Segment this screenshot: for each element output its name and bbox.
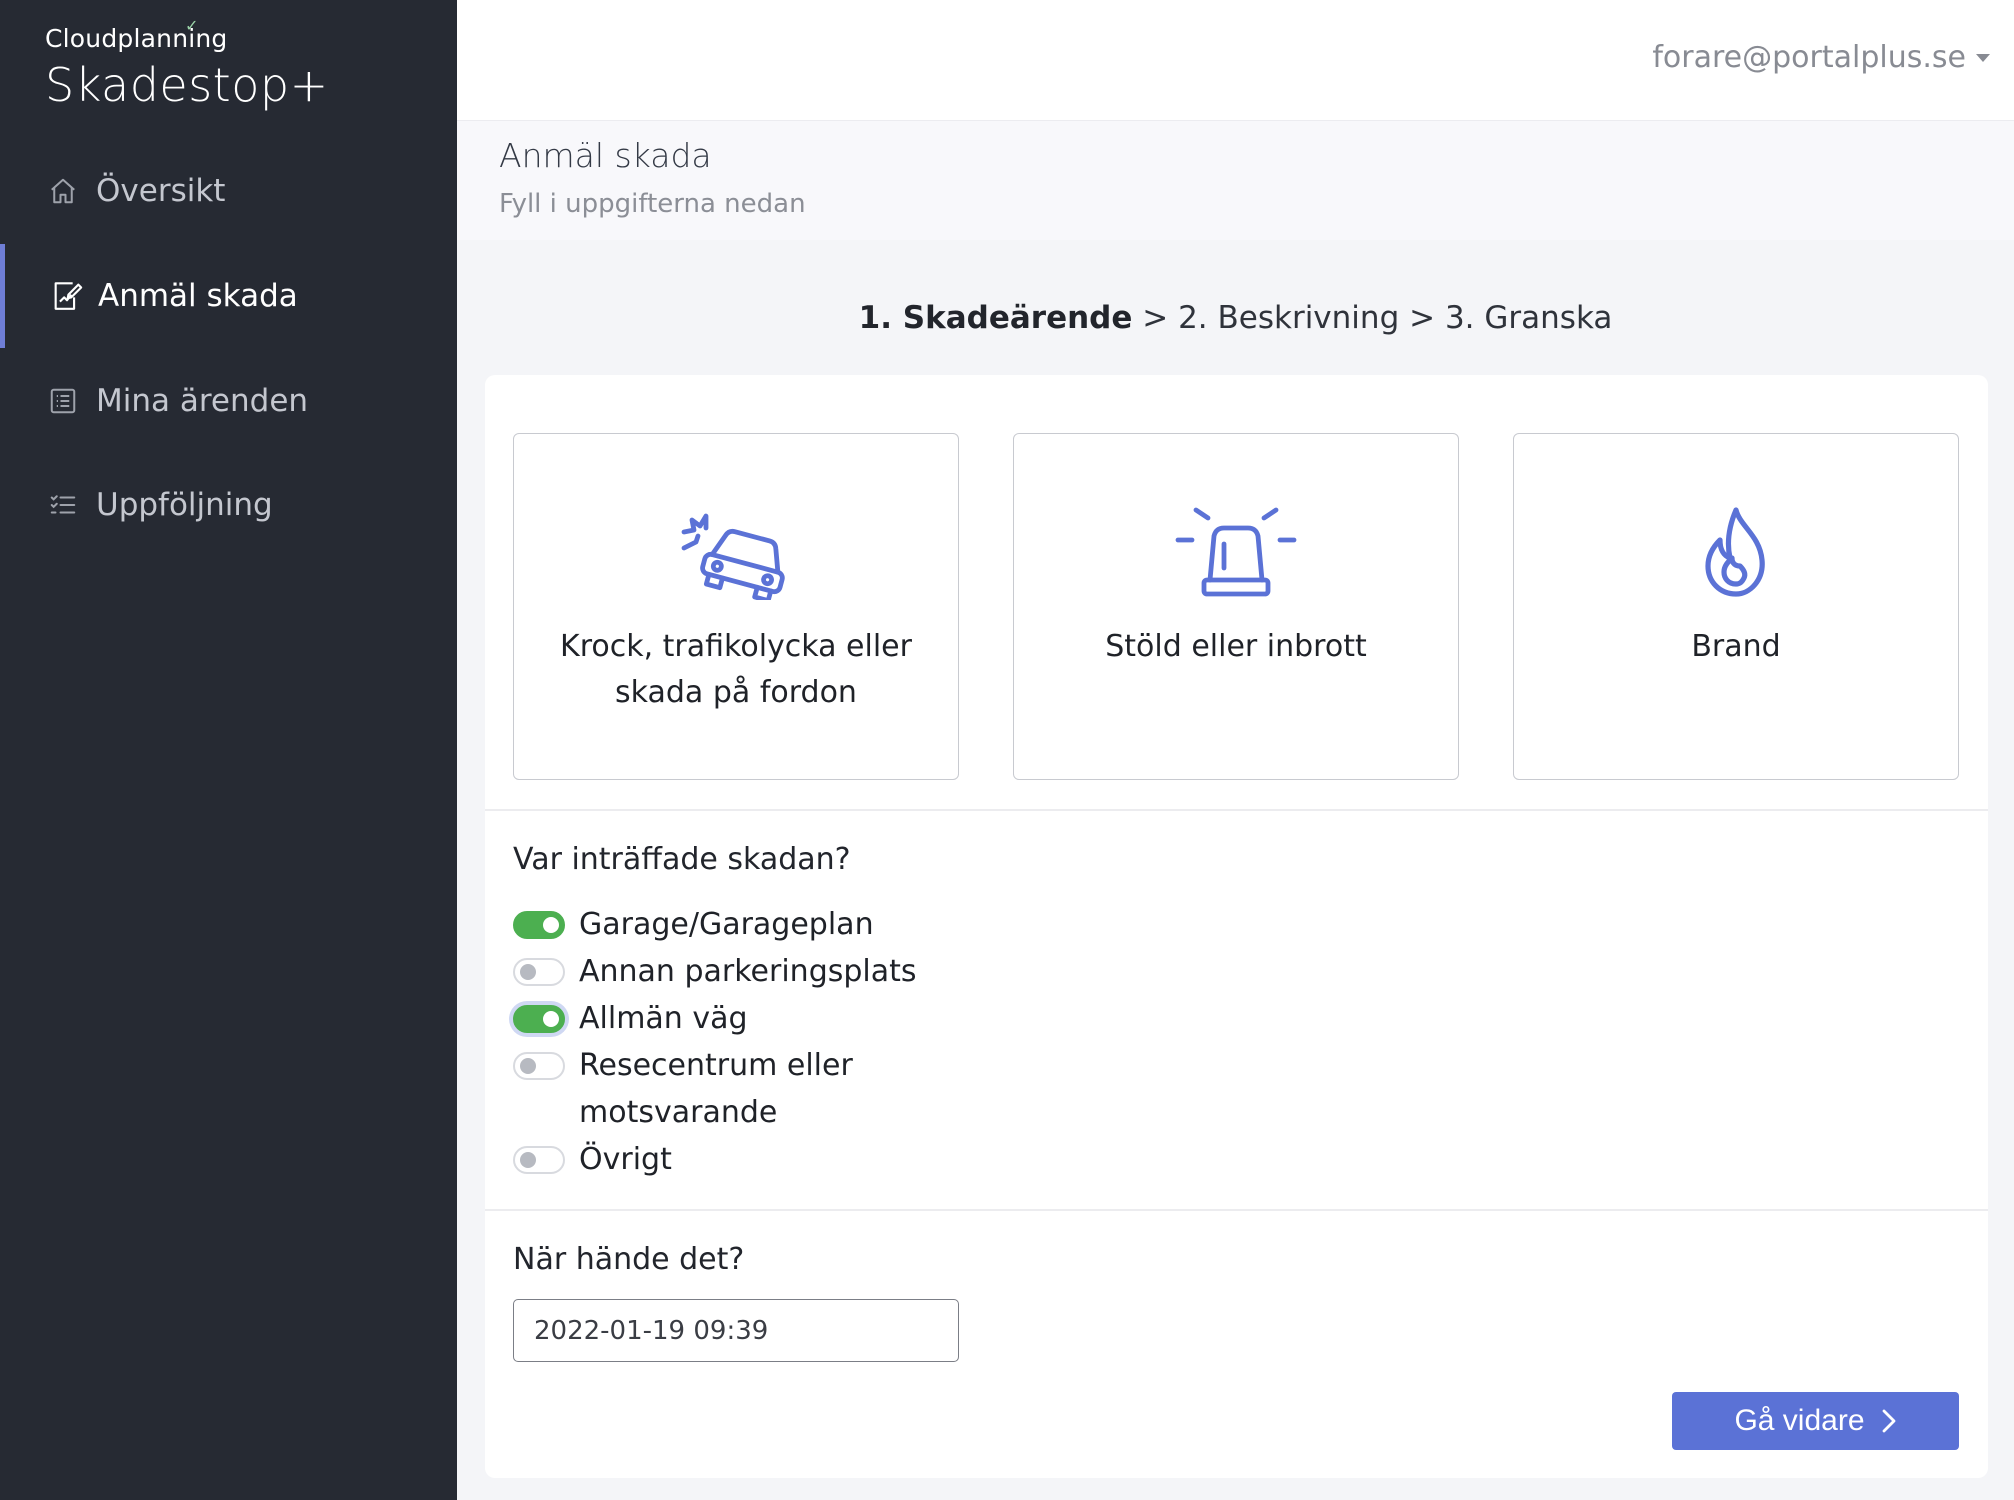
car-crash-icon	[514, 502, 958, 602]
sidebar-item-mina-arenden[interactable]: Mina ärenden	[0, 349, 457, 453]
damage-type-label: Brand	[1691, 629, 1781, 664]
topbar: forare@portalplus.se	[457, 0, 2014, 120]
option-label: Övrigt	[579, 1142, 672, 1177]
page-header: Anmäl skada Fyll i uppgifterna nedan	[457, 120, 2014, 240]
sidebar-item-label: Anmäl skada	[98, 278, 298, 314]
location-option-public-road[interactable]: Allmän väg	[513, 995, 748, 1042]
section-divider	[485, 809, 1988, 811]
continue-button[interactable]: Gå vidare	[1672, 1392, 1959, 1450]
sidebar-item-label: Översikt	[96, 173, 226, 209]
continue-button-label: Gå vidare	[1734, 1404, 1865, 1437]
caret-down-icon	[1976, 53, 1990, 62]
toggle-switch[interactable]	[513, 1052, 565, 1080]
toggle-switch[interactable]	[513, 911, 565, 939]
toggle-switch[interactable]	[513, 958, 565, 986]
location-option-travel-center[interactable]: Resecentrum eller motsvarande	[513, 1042, 873, 1136]
user-menu[interactable]: forare@portalplus.se	[1652, 40, 1990, 75]
location-option-parking[interactable]: Annan parkeringsplats	[513, 948, 917, 995]
location-question: Var inträffade skadan?	[513, 842, 851, 877]
report-edit-icon	[50, 279, 84, 313]
option-label: Annan parkeringsplats	[579, 954, 917, 989]
sidebar-item-uppfoljning[interactable]: Uppföljning	[0, 453, 457, 557]
location-option-other[interactable]: Övrigt	[513, 1136, 672, 1183]
section-divider	[485, 1209, 1988, 1211]
damage-type-collision[interactable]: Krock, trafikolycka eller skada på fordo…	[513, 433, 959, 780]
step-separator: >	[1409, 300, 1436, 336]
step-separator: >	[1142, 300, 1169, 336]
toggle-switch[interactable]	[513, 1005, 565, 1033]
damage-type-theft[interactable]: Stöld eller inbrott	[1013, 433, 1459, 780]
page-title: Anmäl skada	[499, 136, 712, 175]
sidebar-item-label: Mina ärenden	[96, 383, 309, 419]
damage-type-label: Stöld eller inbrott	[1105, 629, 1367, 664]
option-label: Garage/Garageplan	[579, 907, 874, 942]
checklist-icon	[46, 488, 80, 522]
user-email: forare@portalplus.se	[1652, 40, 1966, 75]
home-icon	[46, 174, 80, 208]
datetime-input[interactable]	[513, 1299, 959, 1362]
siren-icon	[1014, 502, 1458, 602]
sidebar-item-label: Uppföljning	[96, 487, 273, 523]
brand-product: Skadestop+	[45, 58, 329, 112]
option-label: Allmän väg	[579, 1001, 748, 1036]
flame-icon	[1514, 502, 1958, 602]
brand-company: Cloudplanning ✓	[45, 16, 228, 53]
chevron-right-icon	[1881, 1408, 1897, 1434]
toggle-switch[interactable]	[513, 1146, 565, 1174]
sidebar-item-anmal-skada[interactable]: Anmäl skada	[0, 244, 457, 348]
step-1: 1. Skadeärende	[858, 300, 1133, 336]
when-question: När hände det?	[513, 1242, 745, 1277]
sidebar: Cloudplanning ✓ Skadestop+ Översikt Anmä…	[0, 0, 457, 1500]
location-option-garage[interactable]: Garage/Garageplan	[513, 901, 874, 948]
sidebar-item-oversikt[interactable]: Översikt	[0, 139, 457, 243]
list-icon	[46, 384, 80, 418]
checkmark-icon: ✓	[185, 16, 199, 35]
page-subtitle: Fyll i uppgifterna nedan	[499, 189, 806, 219]
damage-type-label: Krock, trafikolycka eller skada på fordo…	[560, 629, 912, 710]
step-2: 2. Beskrivning	[1178, 300, 1400, 336]
step-indicator: 1. Skadeärende > 2. Beskrivning > 3. Gra…	[457, 300, 2014, 336]
brand-company-label: Cloudplanning	[45, 24, 228, 53]
app-root: Cloudplanning ✓ Skadestop+ Översikt Anmä…	[0, 0, 2014, 1500]
option-label: Resecentrum eller motsvarande	[579, 1048, 853, 1130]
step-3: 3. Granska	[1444, 300, 1613, 336]
damage-type-fire[interactable]: Brand	[1513, 433, 1959, 780]
damage-form-card: Krock, trafikolycka eller skada på fordo…	[485, 375, 1988, 1478]
